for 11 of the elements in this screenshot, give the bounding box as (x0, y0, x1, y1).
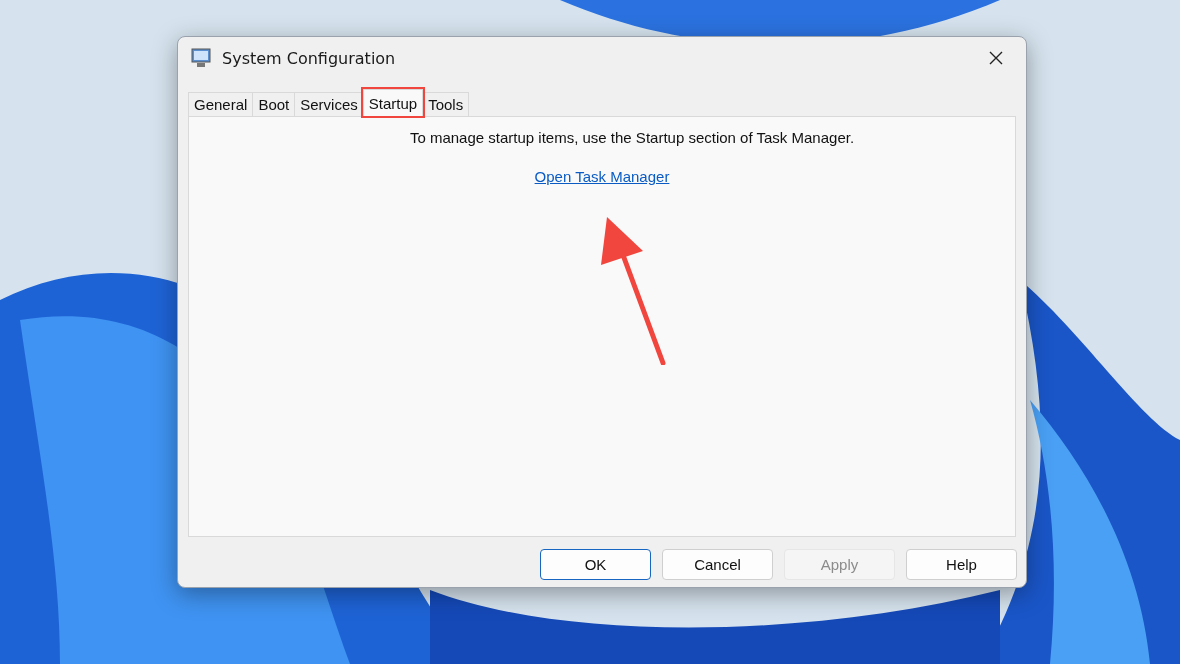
task-manager-link[interactable]: Open Task Manager (534, 168, 670, 185)
dialog-button[interactable]: Help (906, 549, 1017, 580)
info-text: To manage startup items, use the Startup section of Task Manager. (409, 129, 855, 146)
window-title: System Configuration (222, 48, 397, 68)
monitor-icon (190, 47, 212, 69)
dialog-button[interactable]: OK (540, 549, 651, 580)
dialog-button[interactable]: Cancel (662, 549, 773, 580)
tab[interactable]: General (188, 92, 254, 116)
tab[interactable]: Startup (362, 89, 424, 116)
close-icon (988, 50, 1004, 66)
tab[interactable]: Tools (422, 92, 470, 116)
